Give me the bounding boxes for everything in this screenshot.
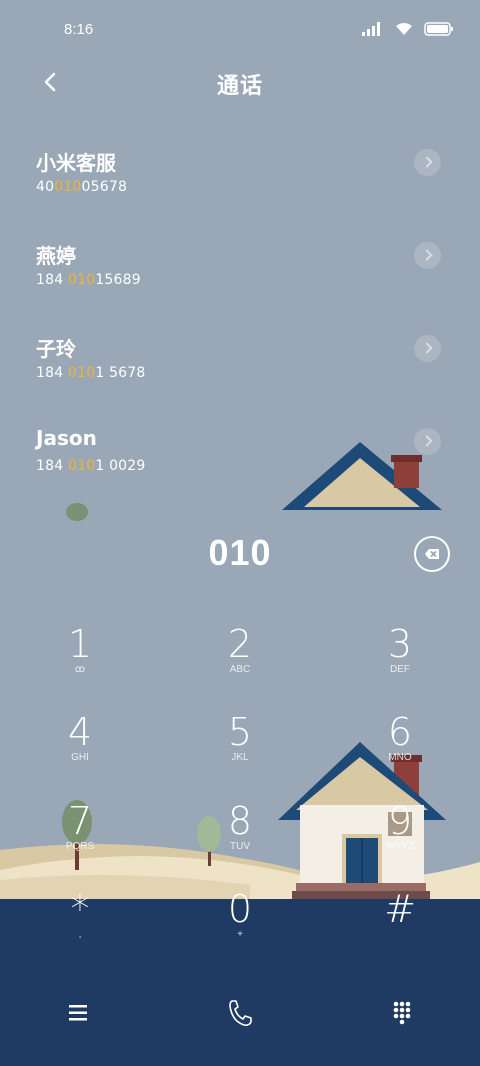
menu-icon bbox=[69, 1005, 87, 1021]
key-2[interactable]: 2 ABC bbox=[180, 624, 300, 704]
key-4[interactable]: 4 GHI bbox=[20, 712, 140, 792]
key-1[interactable]: 1ꝏ bbox=[20, 624, 140, 704]
contact-name: Jason bbox=[36, 426, 97, 450]
key-7[interactable]: 7 PQRS bbox=[20, 801, 140, 881]
menu-button[interactable] bbox=[58, 995, 98, 1031]
key-8[interactable]: 8 TUV bbox=[180, 801, 300, 881]
key-3[interactable]: 3 DEF bbox=[340, 624, 460, 704]
contact-number: 184 0101 0029 bbox=[36, 458, 146, 474]
status-bar: 8:16 bbox=[0, 0, 480, 62]
delete-button[interactable] bbox=[414, 536, 450, 572]
status-time: 8:16 bbox=[64, 21, 94, 38]
dialpad-toggle-button[interactable] bbox=[382, 995, 422, 1031]
dialed-number: 010 bbox=[208, 532, 272, 573]
key-hash[interactable]: # bbox=[340, 889, 460, 969]
contact-detail-arrow-icon[interactable] bbox=[414, 428, 441, 455]
page-title: 通话 bbox=[216, 74, 263, 99]
contact-list: 小米客服 4001005678 燕婷 184 01015689 子玲 184 0… bbox=[0, 130, 480, 510]
key-6[interactable]: 6 MNO bbox=[340, 712, 460, 792]
key-9[interactable]: 9 WXYZ bbox=[340, 801, 460, 881]
wifi-icon bbox=[396, 23, 412, 35]
signal-icon bbox=[362, 22, 380, 36]
voicemail-icon: ꝏ bbox=[74, 664, 86, 675]
header: 通话 bbox=[0, 62, 480, 104]
key-5[interactable]: 5 JKL bbox=[180, 712, 300, 792]
contact-name: 小米客服 bbox=[36, 151, 116, 175]
contact-number: 4001005678 bbox=[36, 179, 128, 195]
bottom-panel: *, 0 + # bbox=[0, 889, 480, 1066]
call-button[interactable] bbox=[220, 995, 260, 1031]
contact-detail-arrow-icon[interactable] bbox=[414, 242, 441, 269]
contact-row[interactable]: 子玲 184 0101 5678 bbox=[0, 316, 480, 409]
contact-name: 燕婷 bbox=[36, 244, 76, 268]
contact-detail-arrow-icon[interactable] bbox=[414, 149, 441, 176]
contact-number: 184 0101 5678 bbox=[36, 365, 146, 381]
contact-row[interactable]: 燕婷 184 01015689 bbox=[0, 223, 480, 316]
backspace-icon bbox=[425, 549, 439, 559]
contact-name: 子玲 bbox=[36, 337, 76, 361]
key-star[interactable]: *, bbox=[20, 889, 140, 969]
contact-row[interactable]: Jason 184 0101 0029 bbox=[0, 409, 480, 502]
dialpad-icon bbox=[393, 1001, 411, 1025]
status-icons bbox=[362, 22, 454, 36]
contact-row[interactable]: 小米客服 4001005678 bbox=[0, 130, 480, 223]
contact-detail-arrow-icon[interactable] bbox=[414, 335, 441, 362]
phone-icon bbox=[229, 1000, 252, 1026]
battery-icon bbox=[424, 22, 453, 36]
contact-number: 184 01015689 bbox=[36, 272, 141, 288]
key-0[interactable]: 0 + bbox=[180, 889, 300, 969]
